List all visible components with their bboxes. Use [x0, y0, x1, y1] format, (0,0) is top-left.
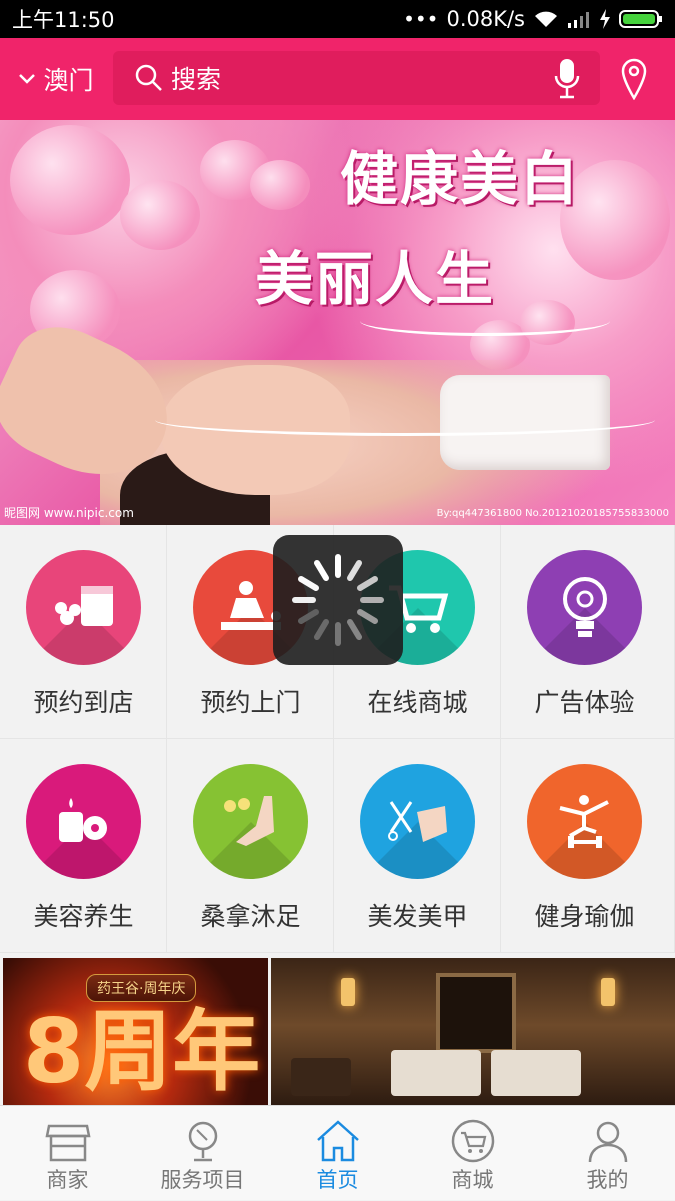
service-label: 在线商城: [367, 688, 468, 717]
more-dots-icon: •••: [403, 7, 439, 31]
spa-bed: [491, 1050, 581, 1096]
service-item-booking-store[interactable]: 预约到店: [0, 525, 167, 739]
tab-mall[interactable]: 商城: [405, 1106, 540, 1201]
lamp-decoration: [601, 978, 615, 1006]
lamp-decoration: [341, 978, 355, 1006]
foot-icon: [193, 764, 308, 879]
tab-label: 商城: [451, 1168, 494, 1192]
status-time: 上午11:50: [12, 8, 115, 32]
city-selector[interactable]: 澳门: [0, 61, 113, 97]
search-icon: [135, 64, 162, 91]
yoga-icon: [527, 764, 642, 879]
service-item-fitness-yoga[interactable]: 健身瑜伽: [501, 739, 675, 953]
service-label: 桑拿沐足: [200, 902, 301, 931]
watermark-left: 昵图网 www.nipic.com: [4, 506, 134, 520]
bottom-tab-bar: 商家 服务项目 首页 商城 我的: [0, 1105, 675, 1200]
tab-services[interactable]: 服务项目: [135, 1106, 270, 1201]
signal-icon: [568, 12, 589, 28]
search-input[interactable]: 搜索: [113, 51, 600, 105]
hero-banner[interactable]: 健康美白 美丽人生 昵图网 www.nipic.com By:qq4473618…: [0, 120, 675, 525]
microphone-icon[interactable]: [554, 58, 580, 100]
spinner-icon: [292, 554, 384, 646]
service-label: 广告体验: [534, 688, 635, 717]
chevron-down-icon: [19, 74, 36, 84]
mirror-icon: [188, 1121, 218, 1162]
service-label: 预约到店: [33, 688, 134, 717]
cart-icon: [451, 1119, 495, 1163]
tab-label: 首页: [316, 1168, 359, 1192]
tab-profile[interactable]: 我的: [540, 1106, 675, 1201]
banner-flourish: [155, 404, 655, 436]
rose-decoration: [250, 160, 310, 210]
promo-section: 药王谷·周年庆 8周年: [0, 955, 675, 1108]
cosmetics-icon: [26, 550, 141, 665]
spa-bed: [391, 1050, 481, 1096]
city-label: 澳门: [43, 66, 94, 95]
rose-decoration: [10, 125, 130, 235]
loading-spinner: [273, 535, 403, 665]
tab-merchants[interactable]: 商家: [0, 1106, 135, 1201]
service-label: 健身瑜伽: [534, 902, 635, 931]
tab-label: 商家: [46, 1168, 89, 1192]
rose-decoration: [120, 180, 200, 250]
search-placeholder: 搜索: [171, 65, 222, 94]
promo-badge: 药王谷·周年庆: [86, 974, 197, 1002]
tab-label: 服务项目: [160, 1168, 245, 1192]
watermark-right: By:qq447361800 No.20121020185755833000: [436, 508, 669, 519]
doorway-decoration: [436, 973, 516, 1053]
status-bar: 上午11:50 ••• 0.08K/s: [0, 0, 675, 38]
status-indicators: ••• 0.08K/s: [403, 7, 663, 31]
service-item-hair-nails[interactable]: 美发美甲: [334, 739, 501, 953]
candle-icon: [26, 764, 141, 879]
service-label: 预约上门: [200, 688, 301, 717]
service-item-sauna-foot[interactable]: 桑拿沐足: [167, 739, 334, 953]
wifi-icon: [535, 11, 557, 27]
promo-spa-room-image[interactable]: [271, 958, 675, 1108]
tab-home[interactable]: 首页: [270, 1106, 405, 1201]
promo-big-text: 8周年: [23, 1000, 261, 1103]
banner-title-1: 健康美白: [340, 145, 581, 213]
service-item-beauty-wellness[interactable]: 美容养生: [0, 739, 167, 953]
store-icon: [45, 1124, 91, 1162]
service-item-ad-experience[interactable]: 广告体验: [501, 525, 675, 739]
home-icon: [317, 1120, 359, 1162]
banner-title-2: 美丽人生: [255, 245, 496, 313]
service-label: 美发美甲: [367, 902, 468, 931]
nails-icon: [360, 764, 475, 879]
promo-anniversary-banner[interactable]: 药王谷·周年庆 8周年: [3, 958, 268, 1108]
network-speed: 0.08K/s: [446, 7, 525, 31]
service-label: 美容养生: [33, 902, 134, 931]
battery-icon: [619, 10, 662, 28]
app-header: 澳门 搜索: [0, 38, 675, 120]
charging-icon: [600, 9, 610, 29]
location-pin-icon[interactable]: [621, 58, 647, 100]
tab-label: 我的: [586, 1168, 629, 1192]
spa-cabinet: [291, 1058, 351, 1096]
user-icon: [588, 1121, 628, 1163]
lightbulb-icon: [527, 550, 642, 665]
